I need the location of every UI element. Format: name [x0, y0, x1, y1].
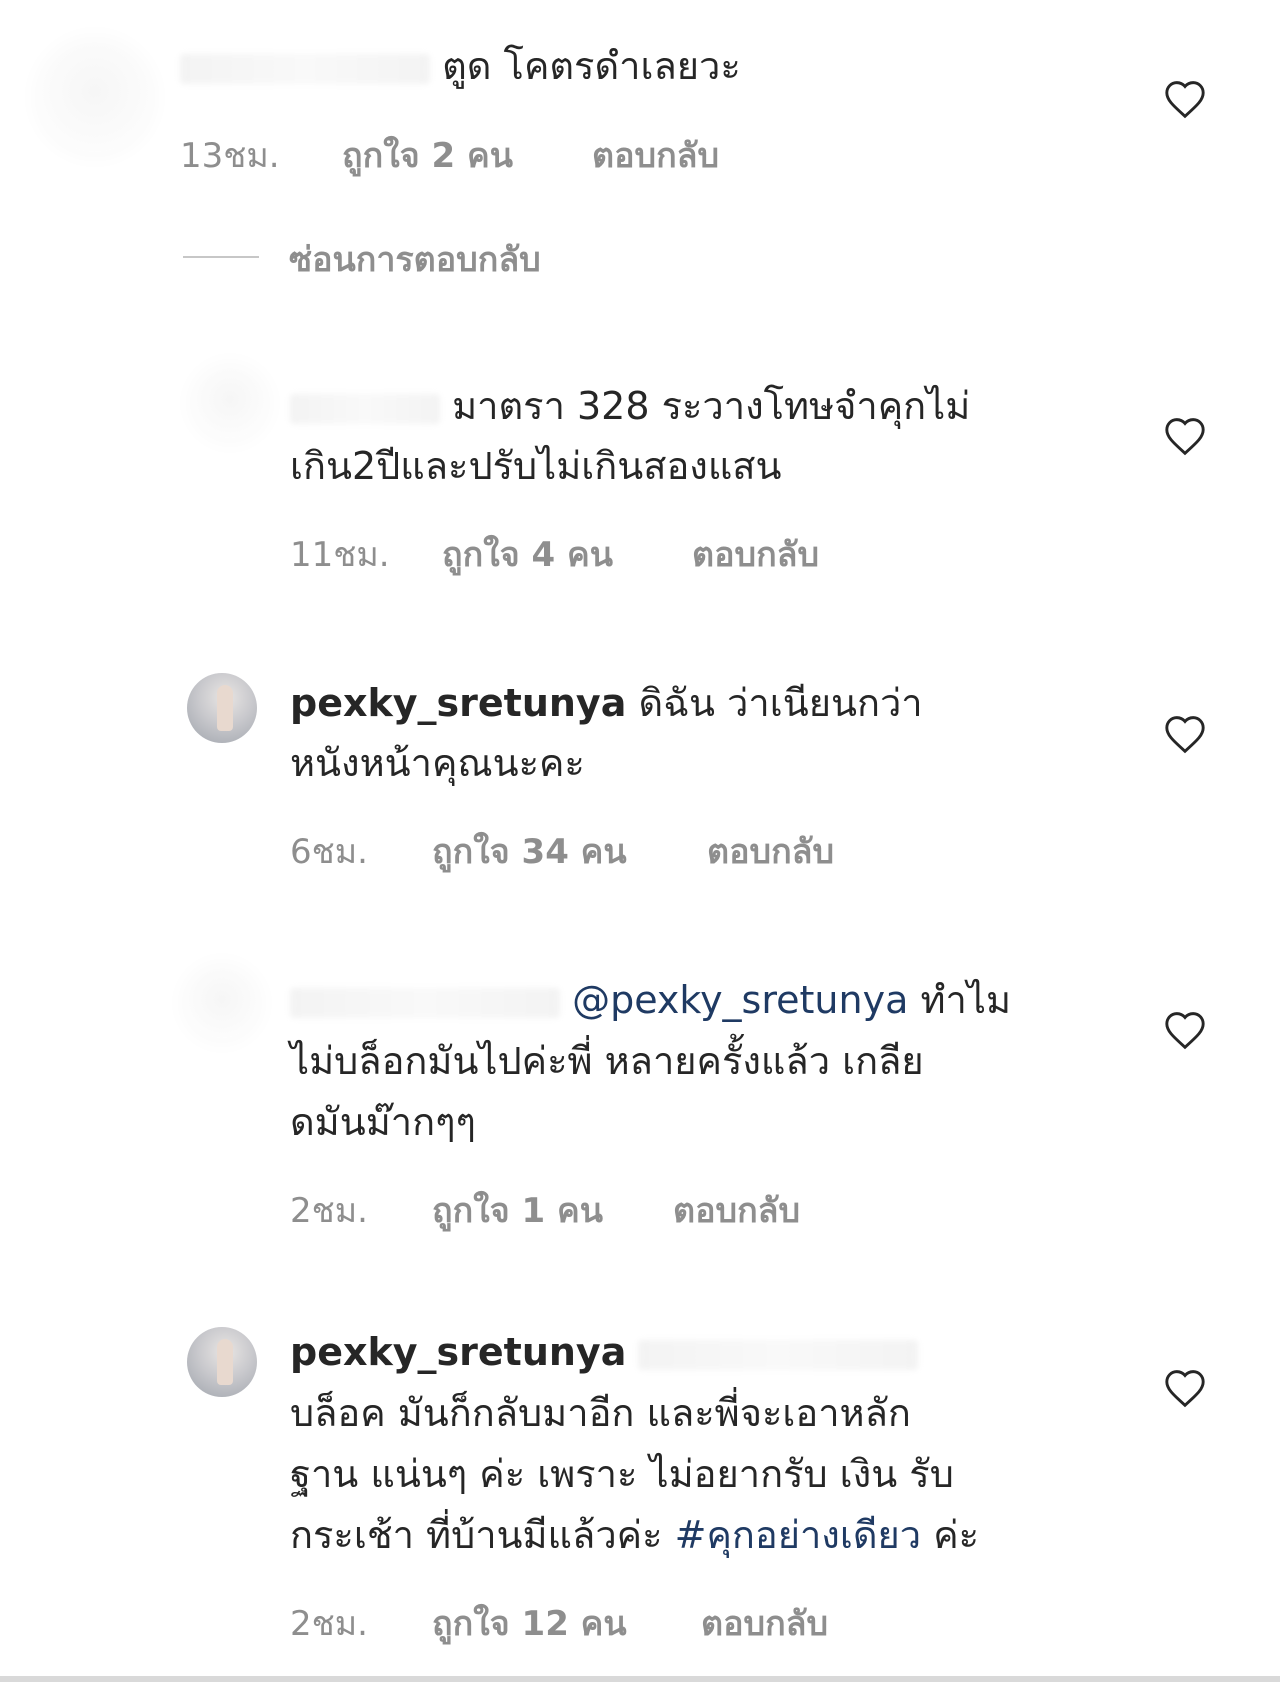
avatar[interactable] — [187, 968, 257, 1038]
comment-text-line-4: กระเช้า ที่บ้านมีแล้วค่ะ #คุกอย่างเดียว … — [290, 1513, 980, 1557]
comment-text-line-2: เกิน2ปีและปรับไม่เกินสองแสน — [290, 444, 782, 488]
heart-outline-icon[interactable] — [1163, 79, 1207, 119]
comment-time: 11ชม. — [290, 535, 390, 575]
comment-text-line-1: pexky_sretunya ดิฉัน ว่าเนียนกว่า — [290, 681, 923, 725]
avatar[interactable] — [40, 42, 150, 152]
comment-time: 6ชม. — [290, 832, 368, 872]
likes-count-button[interactable]: ถูกใจ 4 คน — [442, 527, 613, 581]
avatar-figure — [217, 685, 233, 731]
hashtag-link[interactable]: #คุกอย่างเดียว — [675, 1513, 922, 1557]
heart-outline-icon[interactable] — [1163, 1368, 1207, 1408]
redacted-username — [290, 987, 560, 1018]
heart-outline-icon[interactable] — [1163, 714, 1207, 754]
comment-time: 2ชม. — [290, 1604, 368, 1644]
avatar-figure — [217, 1339, 233, 1385]
avatar[interactable] — [195, 368, 265, 438]
reply-button[interactable]: ตอบกลับ — [673, 1183, 800, 1237]
comment-text-line-2: หนังหน้าคุณนะคะ — [290, 741, 585, 785]
heart-outline-icon[interactable] — [1163, 416, 1207, 456]
avatar[interactable] — [187, 673, 257, 743]
comment-text-line-2: ไม่บล็อกมันไปค่ะพี่ หลายครั้งแล้ว เกลีย — [290, 1039, 924, 1083]
comment-username[interactable]: pexky_sretunya — [290, 681, 626, 725]
redacted-username — [180, 53, 430, 84]
hide-replies-label[interactable]: ซ่อนการตอบกลับ — [289, 232, 541, 286]
reply-button[interactable]: ตอบกลับ — [701, 1596, 828, 1650]
mention-link[interactable]: @pexky_sretunya — [572, 978, 908, 1022]
divider-line — [183, 256, 259, 258]
heart-outline-icon[interactable] — [1163, 1010, 1207, 1050]
likes-count-button[interactable]: ถูกใจ 2 คน — [342, 128, 513, 182]
reply-button[interactable]: ตอบกลับ — [707, 824, 834, 878]
comment-text: ตูด โคตรดำเลยวะ — [180, 36, 741, 96]
reply-button[interactable]: ตอบกลับ — [692, 527, 819, 581]
comment-text-line-1: pexky_sretunya — [290, 1322, 919, 1382]
bottom-divider — [0, 1676, 1280, 1682]
comment-text-line-1: @pexky_sretunya ทำไม — [290, 970, 1011, 1030]
reply-button[interactable]: ตอบกลับ — [592, 128, 719, 182]
redacted-mention — [638, 1339, 919, 1370]
redacted-username — [290, 393, 440, 424]
comment-time: 2ชม. — [290, 1191, 368, 1231]
comment-text-line-1: มาตรา 328 ระวางโทษจำคุกไม่ — [290, 376, 970, 436]
likes-count-button[interactable]: ถูกใจ 34 คน — [432, 824, 627, 878]
comment-text-line-3: ดมันม๊ากๆๆ — [290, 1100, 476, 1144]
likes-count-button[interactable]: ถูกใจ 12 คน — [432, 1596, 627, 1650]
comment-time: 13ชม. — [180, 136, 280, 176]
comment-text-line-2: บล็อค มันก็กลับมาอีก และพี่จะเอาหลัก — [290, 1391, 911, 1435]
comment-username[interactable]: pexky_sretunya — [290, 1330, 626, 1374]
avatar[interactable] — [187, 1327, 257, 1397]
likes-count-button[interactable]: ถูกใจ 1 คน — [432, 1183, 603, 1237]
comment-text-line-3: ฐาน แน่นๆ ค่ะ เพราะ ไม่อยากรับ เงิน รับ — [290, 1452, 954, 1496]
